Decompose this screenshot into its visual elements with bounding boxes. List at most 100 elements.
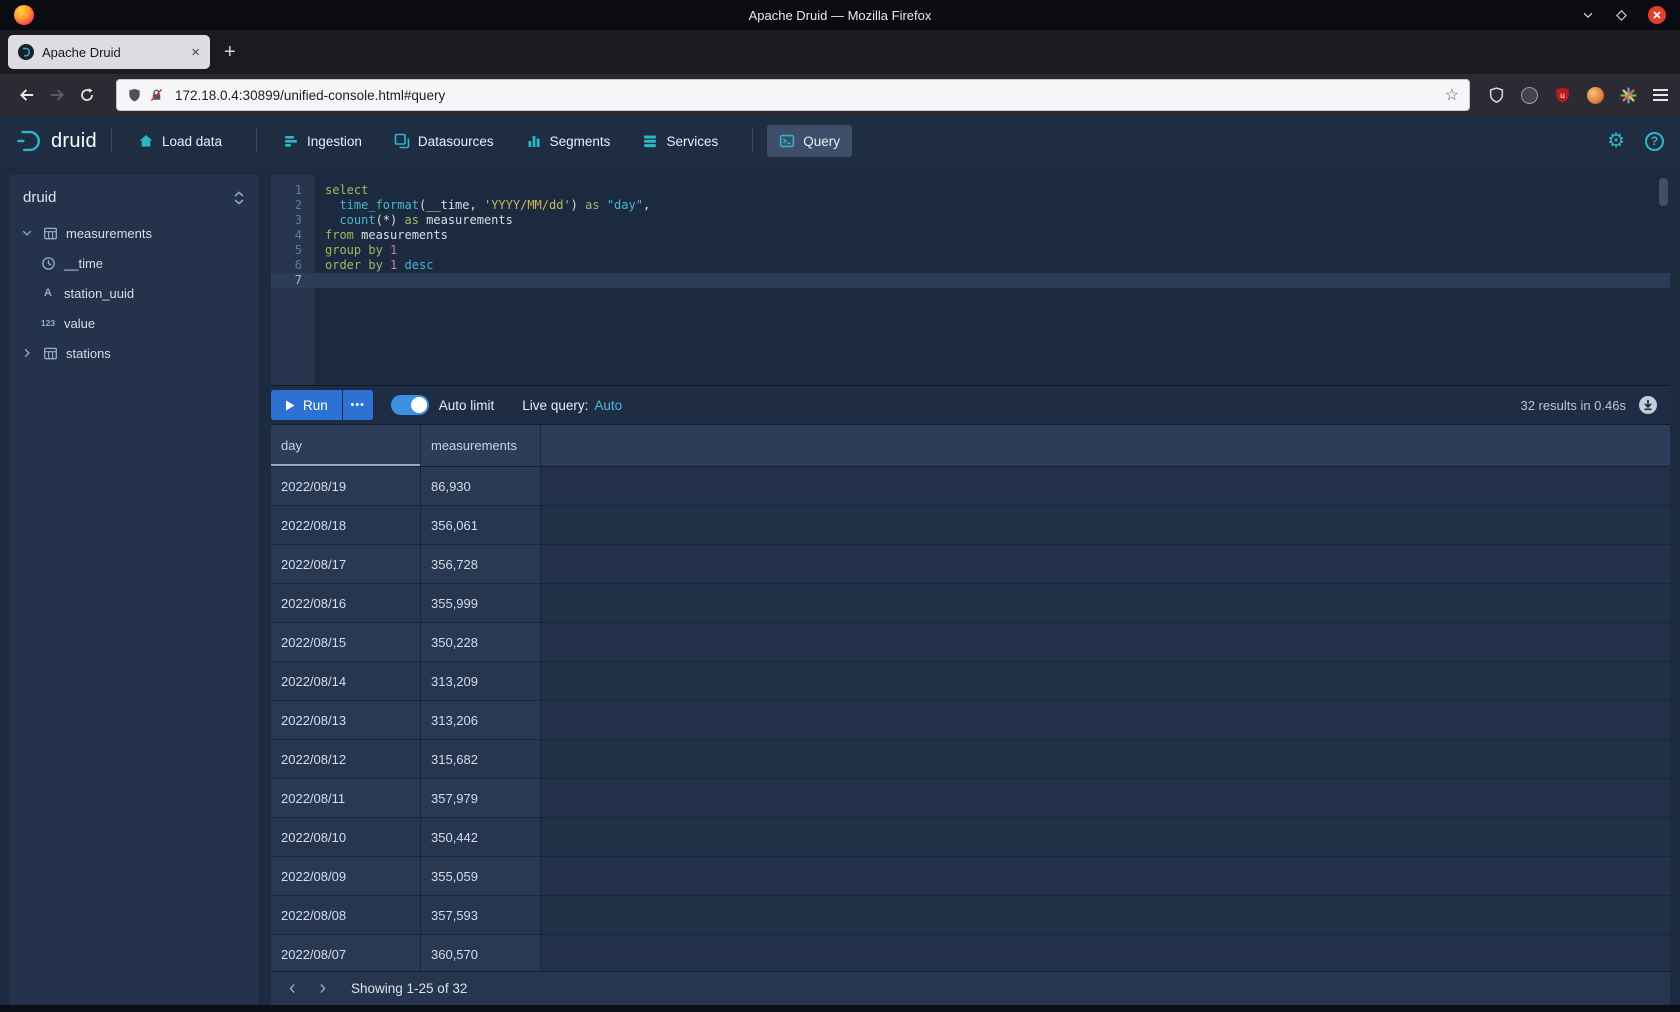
nav-item-ingestion[interactable]: Ingestion — [271, 125, 374, 157]
table-cell[interactable]: 355,999 — [421, 584, 541, 623]
table-row: 2022/08/1986,930 — [271, 467, 1670, 506]
table-cell[interactable]: 315,682 — [421, 740, 541, 779]
table-cell[interactable]: 2022/08/15 — [271, 623, 421, 662]
extension-avatar-icon[interactable] — [1587, 87, 1604, 104]
table-row-filler — [541, 818, 1670, 857]
table-row: 2022/08/11357,979 — [271, 779, 1670, 818]
chevron-down-icon[interactable] — [21, 227, 34, 239]
table-cell[interactable]: 357,979 — [421, 779, 541, 818]
table-cell[interactable]: 2022/08/13 — [271, 701, 421, 740]
shield-icon[interactable] — [127, 87, 142, 103]
druid-logo[interactable]: druid — [16, 128, 97, 154]
next-page-button[interactable] — [307, 982, 337, 995]
editor-code: select time_format(__time, 'YYYY/MM/dd')… — [315, 175, 1670, 385]
column-header-measurements[interactable]: measurements — [421, 425, 541, 466]
code-token: (*) — [376, 213, 405, 227]
string-type-icon: A — [39, 287, 57, 299]
table-cell[interactable]: 2022/08/14 — [271, 662, 421, 701]
schema-item-__time[interactable]: __time — [9, 248, 259, 278]
url-bar[interactable]: 172.18.0.4:30899/unified-console.html#qu… — [116, 79, 1470, 111]
insecure-lock-icon[interactable] — [149, 87, 164, 103]
code-token: order by — [325, 258, 383, 272]
extension-badge-icon[interactable] — [1521, 87, 1538, 104]
auto-limit-toggle[interactable] — [391, 395, 429, 415]
tab-apache-druid[interactable]: Apache Druid × — [8, 35, 210, 69]
forward-button[interactable] — [42, 80, 72, 110]
table-cell[interactable]: 2022/08/11 — [271, 779, 421, 818]
table-cell[interactable]: 2022/08/08 — [271, 896, 421, 935]
table-cell[interactable]: 356,728 — [421, 545, 541, 584]
tab-close-icon[interactable]: × — [191, 45, 200, 60]
schema-item-station_uuid[interactable]: Astation_uuid — [9, 278, 259, 308]
table-cell[interactable]: 2022/08/12 — [271, 740, 421, 779]
download-results-icon[interactable] — [1638, 395, 1658, 415]
ingestion-icon — [283, 133, 299, 149]
run-button[interactable]: Run — [271, 390, 342, 420]
nav-item-datasources[interactable]: Datasources — [382, 125, 506, 157]
table-row: 2022/08/07360,570 — [271, 935, 1670, 971]
pagination-bar: Showing 1-25 of 32 — [271, 971, 1670, 1005]
ublock-icon[interactable]: u — [1554, 86, 1571, 104]
nav-item-services[interactable]: Services — [630, 125, 730, 157]
table-cell[interactable]: 356,061 — [421, 506, 541, 545]
column-header-label: measurements — [431, 438, 517, 453]
table-cell[interactable]: 350,442 — [421, 818, 541, 857]
table-row: 2022/08/09355,059 — [271, 857, 1670, 896]
table-cell[interactable]: 2022/08/09 — [271, 857, 421, 896]
table-cell[interactable]: 355,059 — [421, 857, 541, 896]
window-titlebar: Apache Druid — Mozilla Firefox — [0, 0, 1680, 30]
window-maximize-button[interactable] — [1615, 9, 1628, 22]
nav-item-segments[interactable]: Segments — [514, 125, 623, 157]
table-cell[interactable]: 2022/08/10 — [271, 818, 421, 857]
help-icon[interactable]: ? — [1645, 132, 1664, 151]
table-row-filler — [541, 584, 1670, 623]
nav-item-query[interactable]: Query — [767, 125, 852, 157]
table-cell[interactable]: 360,570 — [421, 935, 541, 971]
column-header-day[interactable]: day — [271, 425, 421, 466]
gutter-line-number: 2 — [271, 198, 315, 213]
nav-item-label: Services — [666, 134, 718, 149]
editor-scrollbar[interactable] — [1659, 178, 1668, 206]
reload-button[interactable] — [72, 80, 102, 110]
column-header-label: day — [281, 438, 302, 453]
schema-item-stations[interactable]: stations — [9, 338, 259, 368]
query-editor[interactable]: 1234567 select time_format(__time, 'YYYY… — [271, 175, 1670, 385]
table-cell[interactable]: 2022/08/16 — [271, 584, 421, 623]
table-cell[interactable]: 350,228 — [421, 623, 541, 662]
live-query-value[interactable]: Auto — [594, 398, 622, 413]
settings-gear-icon[interactable]: ⚙ — [1607, 131, 1625, 151]
header-right: ⚙ ? — [1607, 131, 1664, 151]
gutter-line-number: 1 — [271, 183, 315, 198]
sort-columns-icon[interactable] — [233, 191, 245, 205]
results-header: day measurements — [271, 425, 1670, 467]
ellipsis-icon: ••• — [350, 399, 365, 411]
prev-page-button[interactable] — [277, 982, 307, 995]
menu-button[interactable] — [1653, 89, 1668, 101]
table-cell[interactable]: 313,206 — [421, 701, 541, 740]
pocket-shield-icon[interactable] — [1488, 86, 1505, 104]
bookmark-star-icon[interactable]: ☆ — [1445, 85, 1459, 105]
window-close-button[interactable] — [1648, 6, 1666, 24]
table-cell[interactable]: 357,593 — [421, 896, 541, 935]
extension-colorstar-icon[interactable] — [1620, 87, 1637, 104]
url-text[interactable]: 172.18.0.4:30899/unified-console.html#qu… — [175, 88, 1438, 103]
run-more-button[interactable]: ••• — [343, 390, 373, 420]
table-cell[interactable]: 2022/08/17 — [271, 545, 421, 584]
table-row-filler — [541, 467, 1670, 506]
schema-item-value[interactable]: 123value — [9, 308, 259, 338]
table-cell[interactable]: 2022/08/19 — [271, 467, 421, 506]
table-cell[interactable]: 313,209 — [421, 662, 541, 701]
browser-window: Apache Druid — Mozilla Firefox Apache Dr… — [0, 0, 1680, 1012]
back-button[interactable] — [12, 80, 42, 110]
new-tab-button[interactable]: + — [224, 41, 236, 64]
window-shade-button[interactable] — [1581, 8, 1595, 22]
table-cell[interactable]: 2022/08/18 — [271, 506, 421, 545]
table-icon — [41, 226, 59, 241]
table-cell[interactable]: 86,930 — [421, 467, 541, 506]
table-cell[interactable]: 2022/08/07 — [271, 935, 421, 971]
code-token: time_format — [339, 198, 418, 212]
services-icon — [642, 133, 658, 149]
schema-item-measurements[interactable]: measurements — [9, 218, 259, 248]
chevron-right-icon[interactable] — [21, 347, 34, 359]
nav-item-load-data[interactable]: Load data — [126, 125, 234, 157]
